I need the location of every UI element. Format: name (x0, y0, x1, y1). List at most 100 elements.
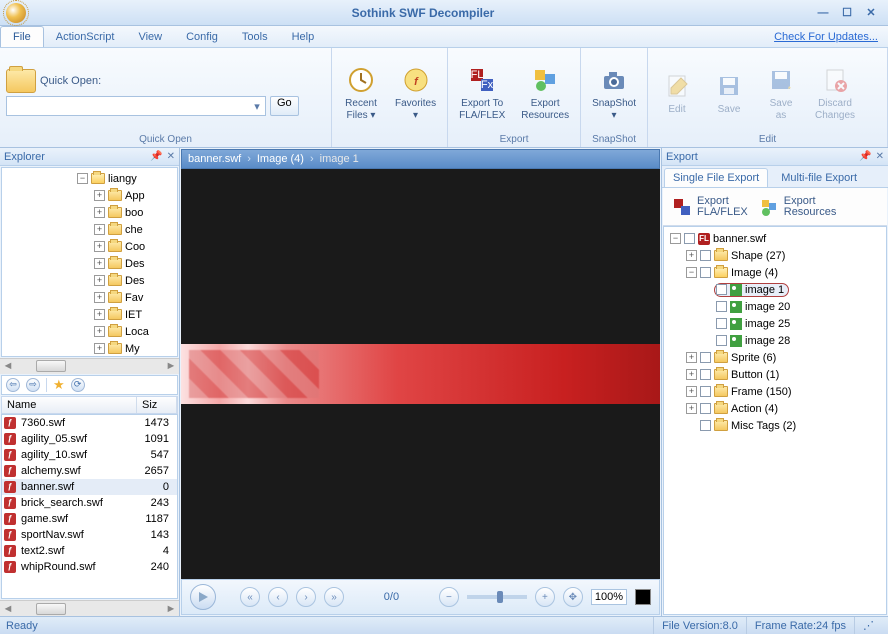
folder-tree[interactable]: −liangy+App+boo+che+Coo+Des+Des+Fav+IET+… (1, 167, 178, 357)
step-back-button[interactable]: ‹ (268, 587, 288, 607)
refresh-button[interactable]: ⟳ (71, 378, 85, 392)
tree-group[interactable]: +Shape (27) (664, 247, 886, 264)
checkbox[interactable] (716, 335, 727, 346)
preview-stage[interactable] (181, 169, 660, 579)
expand-icon[interactable]: + (94, 326, 105, 337)
checkbox[interactable] (700, 250, 711, 261)
file-row[interactable]: ƒtext2.swf4 (2, 543, 177, 559)
bc-root[interactable]: banner.swf (188, 153, 241, 165)
checkbox[interactable] (700, 420, 711, 431)
tree-leaf[interactable]: image 28 (664, 332, 886, 349)
file-row[interactable]: ƒ7360.swf1473 (2, 415, 177, 431)
collapse-icon[interactable]: − (670, 233, 681, 244)
tree-item[interactable]: +Fav (2, 289, 177, 306)
step-fwd-button[interactable]: › (296, 587, 316, 607)
tree-item[interactable]: +Des (2, 255, 177, 272)
checkbox[interactable] (700, 369, 711, 380)
save-button[interactable]: Save (706, 67, 752, 119)
export-fla-button[interactable]: FLFx Export To FLA/FLEX (454, 61, 510, 125)
tree-item[interactable]: +che (2, 221, 177, 238)
checkbox[interactable] (716, 318, 727, 329)
snapshot-button[interactable]: SnapShot ▾ (587, 61, 641, 125)
fast-fwd-button[interactable]: » (324, 587, 344, 607)
expand-icon[interactable]: + (94, 343, 105, 354)
expand-icon[interactable]: + (94, 292, 105, 303)
expand-icon[interactable]: + (94, 309, 105, 320)
expand-icon[interactable]: + (94, 207, 105, 218)
save-as-button[interactable]: Save as (758, 61, 804, 125)
menu-file[interactable]: File (0, 26, 44, 47)
tree-leaf[interactable]: image 1 (664, 281, 886, 298)
file-row[interactable]: ƒbrick_search.swf243 (2, 495, 177, 511)
tree-group[interactable]: −Image (4) (664, 264, 886, 281)
expand-icon[interactable]: + (94, 241, 105, 252)
pin-icon[interactable]: 📌 (150, 151, 162, 162)
file-row[interactable]: ƒwhipRound.swf240 (2, 559, 177, 575)
tree-group[interactable]: +Sprite (6) (664, 349, 886, 366)
expand-icon[interactable]: + (686, 369, 697, 380)
discard-button[interactable]: Discard Changes (810, 61, 860, 125)
nav-fwd-button[interactable]: ⇨ (26, 378, 40, 392)
tree-item[interactable]: +boo (2, 204, 177, 221)
zoom-in-button[interactable]: + (535, 587, 555, 607)
expand-icon[interactable]: + (686, 386, 697, 397)
recent-files-button[interactable]: Recent Files ▾ (338, 61, 384, 125)
menu-tools[interactable]: Tools (230, 26, 280, 47)
menu-config[interactable]: Config (174, 26, 230, 47)
checkbox[interactable] (700, 386, 711, 397)
export-fla-action[interactable]: Export FLA/FLEX (671, 196, 748, 218)
h-scrollbar[interactable]: ◄► (0, 358, 179, 374)
export-resources-button[interactable]: Export Resources (516, 61, 574, 125)
tree-group[interactable]: +Frame (150) (664, 383, 886, 400)
expand-icon[interactable]: + (94, 190, 105, 201)
tree-item[interactable]: +Loca (2, 323, 177, 340)
checkbox[interactable] (700, 403, 711, 414)
expand-icon[interactable]: + (686, 250, 697, 261)
panel-close-icon[interactable]: ✕ (876, 151, 884, 162)
filelist-header[interactable]: Name Siz (1, 396, 178, 414)
tab-single-file[interactable]: Single File Export (664, 168, 768, 187)
expand-icon[interactable]: + (686, 403, 697, 414)
export-tree[interactable]: −FLbanner.swf+Shape (27)−Image (4)image … (663, 226, 887, 615)
export-res-action[interactable]: Export Resources (758, 196, 837, 218)
tree-group[interactable]: +Action (4) (664, 400, 886, 417)
tree-item[interactable]: +App (2, 187, 177, 204)
favorites-button[interactable]: f Favorites ▾ (390, 61, 441, 125)
resize-grip-icon[interactable]: ⋰ (854, 617, 882, 634)
expand-icon[interactable]: + (94, 275, 105, 286)
edit-button[interactable]: Edit (654, 67, 700, 119)
col-name[interactable]: Name (2, 397, 137, 413)
menu-view[interactable]: View (126, 26, 174, 47)
collapse-icon[interactable]: − (686, 267, 697, 278)
expand-icon[interactable]: + (686, 352, 697, 363)
tab-multi-file[interactable]: Multi-file Export (772, 168, 866, 187)
panel-close-icon[interactable]: ✕ (167, 151, 175, 162)
h-scrollbar-2[interactable]: ◄► (0, 600, 179, 616)
bg-color-swatch[interactable] (635, 589, 651, 605)
rewind-button[interactable]: « (240, 587, 260, 607)
go-button[interactable]: Go (270, 96, 299, 116)
nav-back-button[interactable]: ⇦ (6, 378, 20, 392)
file-row[interactable]: ƒbanner.swf0 (2, 479, 177, 495)
col-size[interactable]: Siz (137, 397, 177, 413)
favorite-star-icon[interactable]: ★ (53, 377, 65, 393)
expand-icon[interactable]: + (94, 258, 105, 269)
checkbox[interactable] (716, 301, 727, 312)
tree-item[interactable]: +Des (2, 272, 177, 289)
menu-actionscript[interactable]: ActionScript (44, 26, 127, 47)
checkbox[interactable] (684, 233, 695, 244)
pan-button[interactable]: ✥ (563, 587, 583, 607)
zoom-slider[interactable] (467, 595, 527, 599)
file-row[interactable]: ƒalchemy.swf2657 (2, 463, 177, 479)
pin-icon[interactable]: 📌 (859, 151, 871, 162)
file-list[interactable]: ƒ7360.swf1473ƒagility_05.swf1091ƒagility… (1, 414, 178, 600)
tree-item[interactable]: +Coo (2, 238, 177, 255)
tree-item[interactable]: +My (2, 340, 177, 357)
minimize-button[interactable]: — (812, 6, 834, 20)
tree-leaf[interactable]: image 20 (664, 298, 886, 315)
tree-group[interactable]: +Button (1) (664, 366, 886, 383)
tree-group[interactable]: Misc Tags (2) (664, 417, 886, 434)
tree-root[interactable]: −FLbanner.swf (664, 230, 886, 247)
tree-leaf[interactable]: image 25 (664, 315, 886, 332)
collapse-icon[interactable]: − (77, 173, 88, 184)
